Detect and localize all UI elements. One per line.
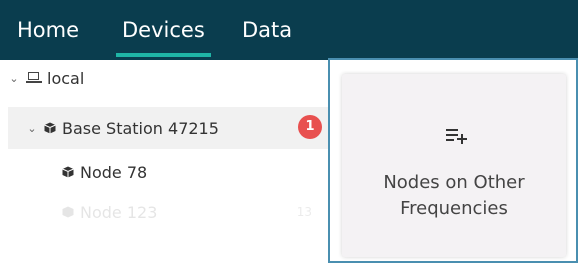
card-label-line2: Frequencies <box>400 198 508 219</box>
app-root: Home Devices Data ⌄ local ⌄ Base Station… <box>0 0 578 263</box>
top-navigation: Home Devices Data <box>0 0 578 60</box>
tree-item-label: Node 123 <box>80 202 158 222</box>
cube-icon <box>44 122 56 134</box>
tree-item-node-78[interactable]: Node 78 <box>8 152 330 192</box>
detail-panel: Nodes on Other Frequencies <box>328 58 578 263</box>
tree-item-base-station[interactable]: ⌄ Base Station 47215 1 <box>8 107 330 149</box>
tree-item-label: local <box>47 68 85 88</box>
item-count: 13 <box>296 205 312 219</box>
device-tree: ⌄ local ⌄ Base Station 47215 1 Node 78 N… <box>0 60 330 263</box>
notification-badge: 1 <box>298 115 322 139</box>
tree-item-label: Base Station 47215 <box>62 118 219 138</box>
chevron-down-icon[interactable]: ⌄ <box>8 72 20 85</box>
cube-icon <box>62 166 74 178</box>
tree-item-faded: Node 123 13 <box>8 195 330 229</box>
tab-home[interactable]: Home <box>17 0 79 60</box>
playlist-add-icon <box>446 129 467 144</box>
tab-devices[interactable]: Devices <box>122 0 205 60</box>
card-label: Nodes on Other Frequencies <box>342 170 566 222</box>
tree-item-label: Node 78 <box>80 162 148 182</box>
chevron-down-icon[interactable]: ⌄ <box>26 122 38 135</box>
tab-data[interactable]: Data <box>242 0 292 60</box>
nodes-on-other-frequencies-card[interactable]: Nodes on Other Frequencies <box>342 74 566 257</box>
card-label-line1: Nodes on Other <box>383 172 525 193</box>
cube-icon <box>62 206 74 218</box>
active-tab-indicator <box>116 53 211 57</box>
tree-item-local[interactable]: ⌄ local <box>8 60 330 96</box>
laptop-icon <box>26 72 42 84</box>
